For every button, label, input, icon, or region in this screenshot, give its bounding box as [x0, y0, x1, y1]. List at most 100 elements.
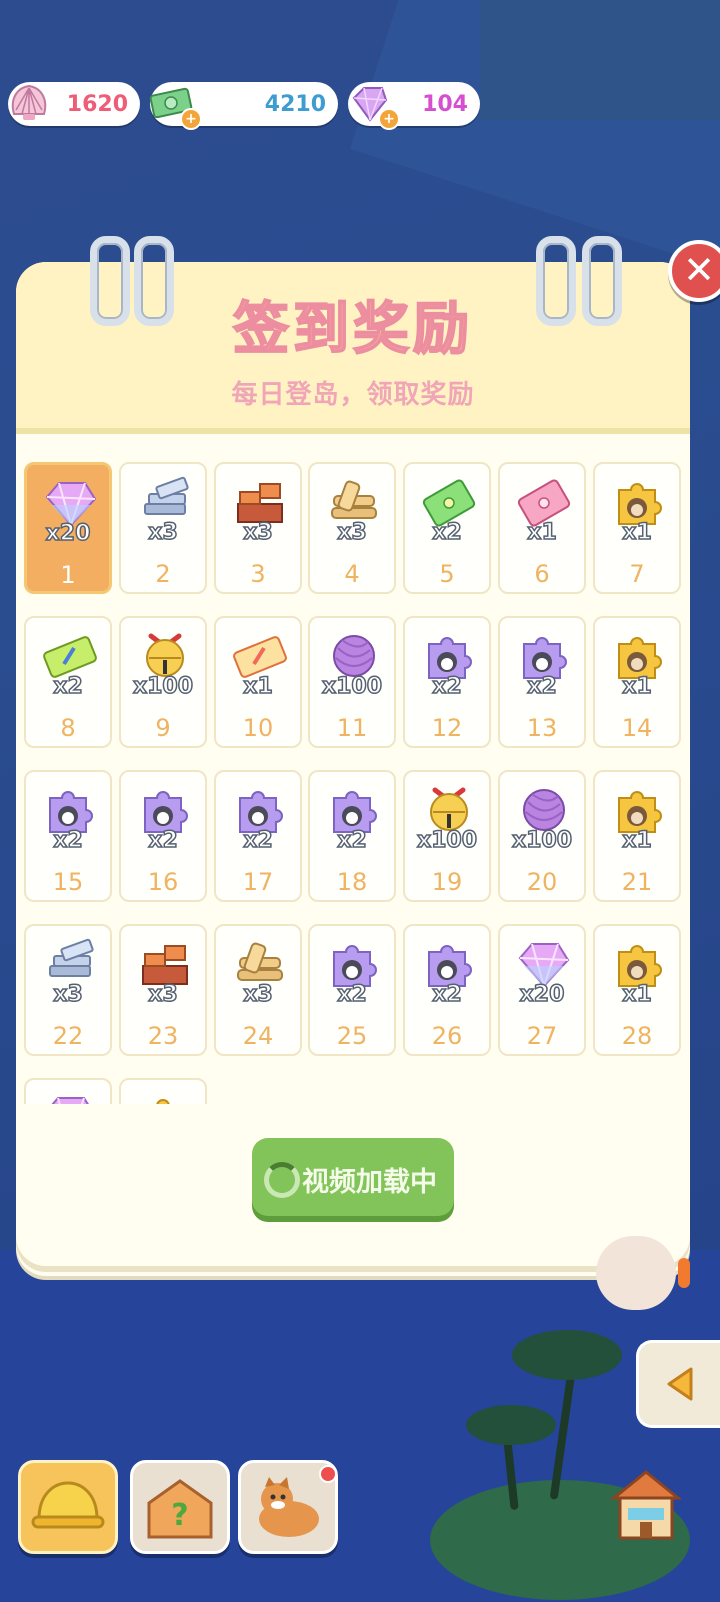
reward-day-15[interactable]: x2 15: [24, 770, 112, 902]
reward-grid: x20 1 x3 2 x3 3 x3 4 x2 5 x1 6 x1 7 x2 8 x100 9 x1 10 x100 11…: [24, 462, 696, 1104]
reward-day-3[interactable]: x3 3: [214, 462, 302, 594]
reward-quantity: x2: [432, 519, 463, 546]
reward-day-number: 21: [621, 868, 653, 896]
reward-day-28[interactable]: x1 28: [593, 924, 681, 1056]
add-cash-icon[interactable]: +: [180, 108, 202, 130]
reward-quantity: x1: [622, 673, 653, 700]
reward-day-number: 26: [431, 1022, 463, 1050]
reward-day-26[interactable]: x2 26: [403, 924, 491, 1056]
reward-day-16[interactable]: x2 16: [119, 770, 207, 902]
reward-day-number: 17: [242, 868, 274, 896]
reward-quantity: x2: [527, 673, 558, 700]
video-loading-button[interactable]: 视频加载中: [252, 1138, 454, 1216]
spinner-icon: [264, 1162, 300, 1198]
reward-day-11[interactable]: x100 11: [308, 616, 396, 748]
currency-gems[interactable]: + 104: [348, 82, 480, 130]
reward-day-number: 7: [629, 560, 645, 588]
reward-quantity: x1: [622, 827, 653, 854]
reward-day-7[interactable]: x1 7: [593, 462, 681, 594]
reward-day-22[interactable]: x3 22: [24, 924, 112, 1056]
palm-leaves: [466, 1405, 556, 1445]
reward-quantity: x100: [416, 827, 478, 854]
reward-day-number: 11: [336, 714, 368, 742]
binder-ring-icon: [582, 236, 622, 326]
reward-day-number: 6: [534, 560, 550, 588]
currency-value: 4210: [264, 91, 326, 117]
reward-day-number: 9: [155, 714, 171, 742]
reward-day-number: 5: [439, 560, 455, 588]
reward-day-number: 4: [344, 560, 360, 588]
reward-quantity: x2: [337, 827, 368, 854]
reward-day-number: 19: [431, 868, 463, 896]
binder-ring-icon: [90, 236, 130, 326]
reward-day-2[interactable]: x3 2: [119, 462, 207, 594]
reward-quantity: x3: [53, 981, 84, 1008]
reward-quantity: x2: [53, 673, 84, 700]
question-house-icon: ?: [147, 1479, 213, 1539]
reward-day-5[interactable]: x2 5: [403, 462, 491, 594]
reward-day-number: 10: [242, 714, 274, 742]
reward-day-1[interactable]: x20 1: [24, 462, 112, 594]
hardhat-icon: [31, 1481, 105, 1529]
alert-icon: [678, 1258, 690, 1288]
reward-day-17[interactable]: x2 17: [214, 770, 302, 902]
reward-day-12[interactable]: x2 12: [403, 616, 491, 748]
binder-ring-icon: [134, 236, 174, 326]
reward-day-10[interactable]: x1 10: [214, 616, 302, 748]
reward-day-number: 2: [155, 560, 171, 588]
currency-shells[interactable]: 1620: [8, 82, 140, 126]
reward-day-number: 28: [621, 1022, 653, 1050]
gem-icon: [51, 1097, 89, 1104]
shop-icon: [609, 1470, 683, 1540]
reward-day-number: 20: [526, 868, 558, 896]
button-label: 视频加载中: [302, 1167, 437, 1198]
reward-day-13[interactable]: x2 13: [498, 616, 586, 748]
reward-quantity: x100: [321, 673, 383, 700]
add-gems-icon[interactable]: +: [378, 108, 400, 130]
reward-day-21[interactable]: x1 21: [593, 770, 681, 902]
nav-quest[interactable]: ?: [130, 1460, 230, 1554]
reward-day-number: 3: [250, 560, 266, 588]
nav-shop[interactable]: [604, 1460, 688, 1548]
panel-subtitle: 每日登岛，领取奖励: [231, 380, 475, 410]
reward-day-23[interactable]: x3 23: [119, 924, 207, 1056]
reward-day-20[interactable]: x100 20: [498, 770, 586, 902]
nav-pet[interactable]: [238, 1460, 338, 1554]
npc-avatar[interactable]: [596, 1236, 676, 1310]
reward-quantity: x1: [622, 519, 653, 546]
reward-day-partial-28[interactable]: [24, 1078, 112, 1104]
reward-day-number: 14: [621, 714, 653, 742]
reward-day-4[interactable]: x3 4: [308, 462, 396, 594]
reward-quantity: x3: [148, 519, 179, 546]
reward-day-18[interactable]: x2 18: [308, 770, 396, 902]
reward-day-19[interactable]: x100 19: [403, 770, 491, 902]
reward-quantity: x1: [243, 673, 274, 700]
reward-day-25[interactable]: x2 25: [308, 924, 396, 1056]
puzzle-gold-icon: [156, 1099, 170, 1104]
arrow-left-icon: [667, 1367, 693, 1401]
reward-day-partial-29[interactable]: [119, 1078, 207, 1104]
reward-quantity: x100: [132, 673, 194, 700]
reward-day-number: 13: [526, 714, 558, 742]
reward-day-number: 8: [60, 714, 76, 742]
currency-cash[interactable]: + 4210: [149, 82, 338, 130]
nav-build[interactable]: [18, 1460, 118, 1554]
notification-badge: [319, 1465, 337, 1483]
reward-day-6[interactable]: x1 6: [498, 462, 586, 594]
reward-day-14[interactable]: x1 14: [593, 616, 681, 748]
reward-day-27[interactable]: x20 27: [498, 924, 586, 1056]
reward-quantity: x20: [45, 520, 91, 547]
reward-quantity: x100: [511, 827, 573, 854]
reward-day-9[interactable]: x100 9: [119, 616, 207, 748]
reward-quantity: x3: [337, 519, 368, 546]
reward-quantity: x3: [243, 981, 274, 1008]
reward-quantity: x2: [432, 673, 463, 700]
reward-day-24[interactable]: x3 24: [214, 924, 302, 1056]
currency-value: 104: [422, 91, 468, 117]
side-collapse-button[interactable]: [636, 1340, 720, 1428]
svg-text:?: ?: [171, 1498, 188, 1533]
reward-day-8[interactable]: x2 8: [24, 616, 112, 748]
close-icon: ✕: [683, 248, 715, 292]
reward-quantity: x1: [622, 981, 653, 1008]
reward-day-number: 12: [431, 714, 463, 742]
